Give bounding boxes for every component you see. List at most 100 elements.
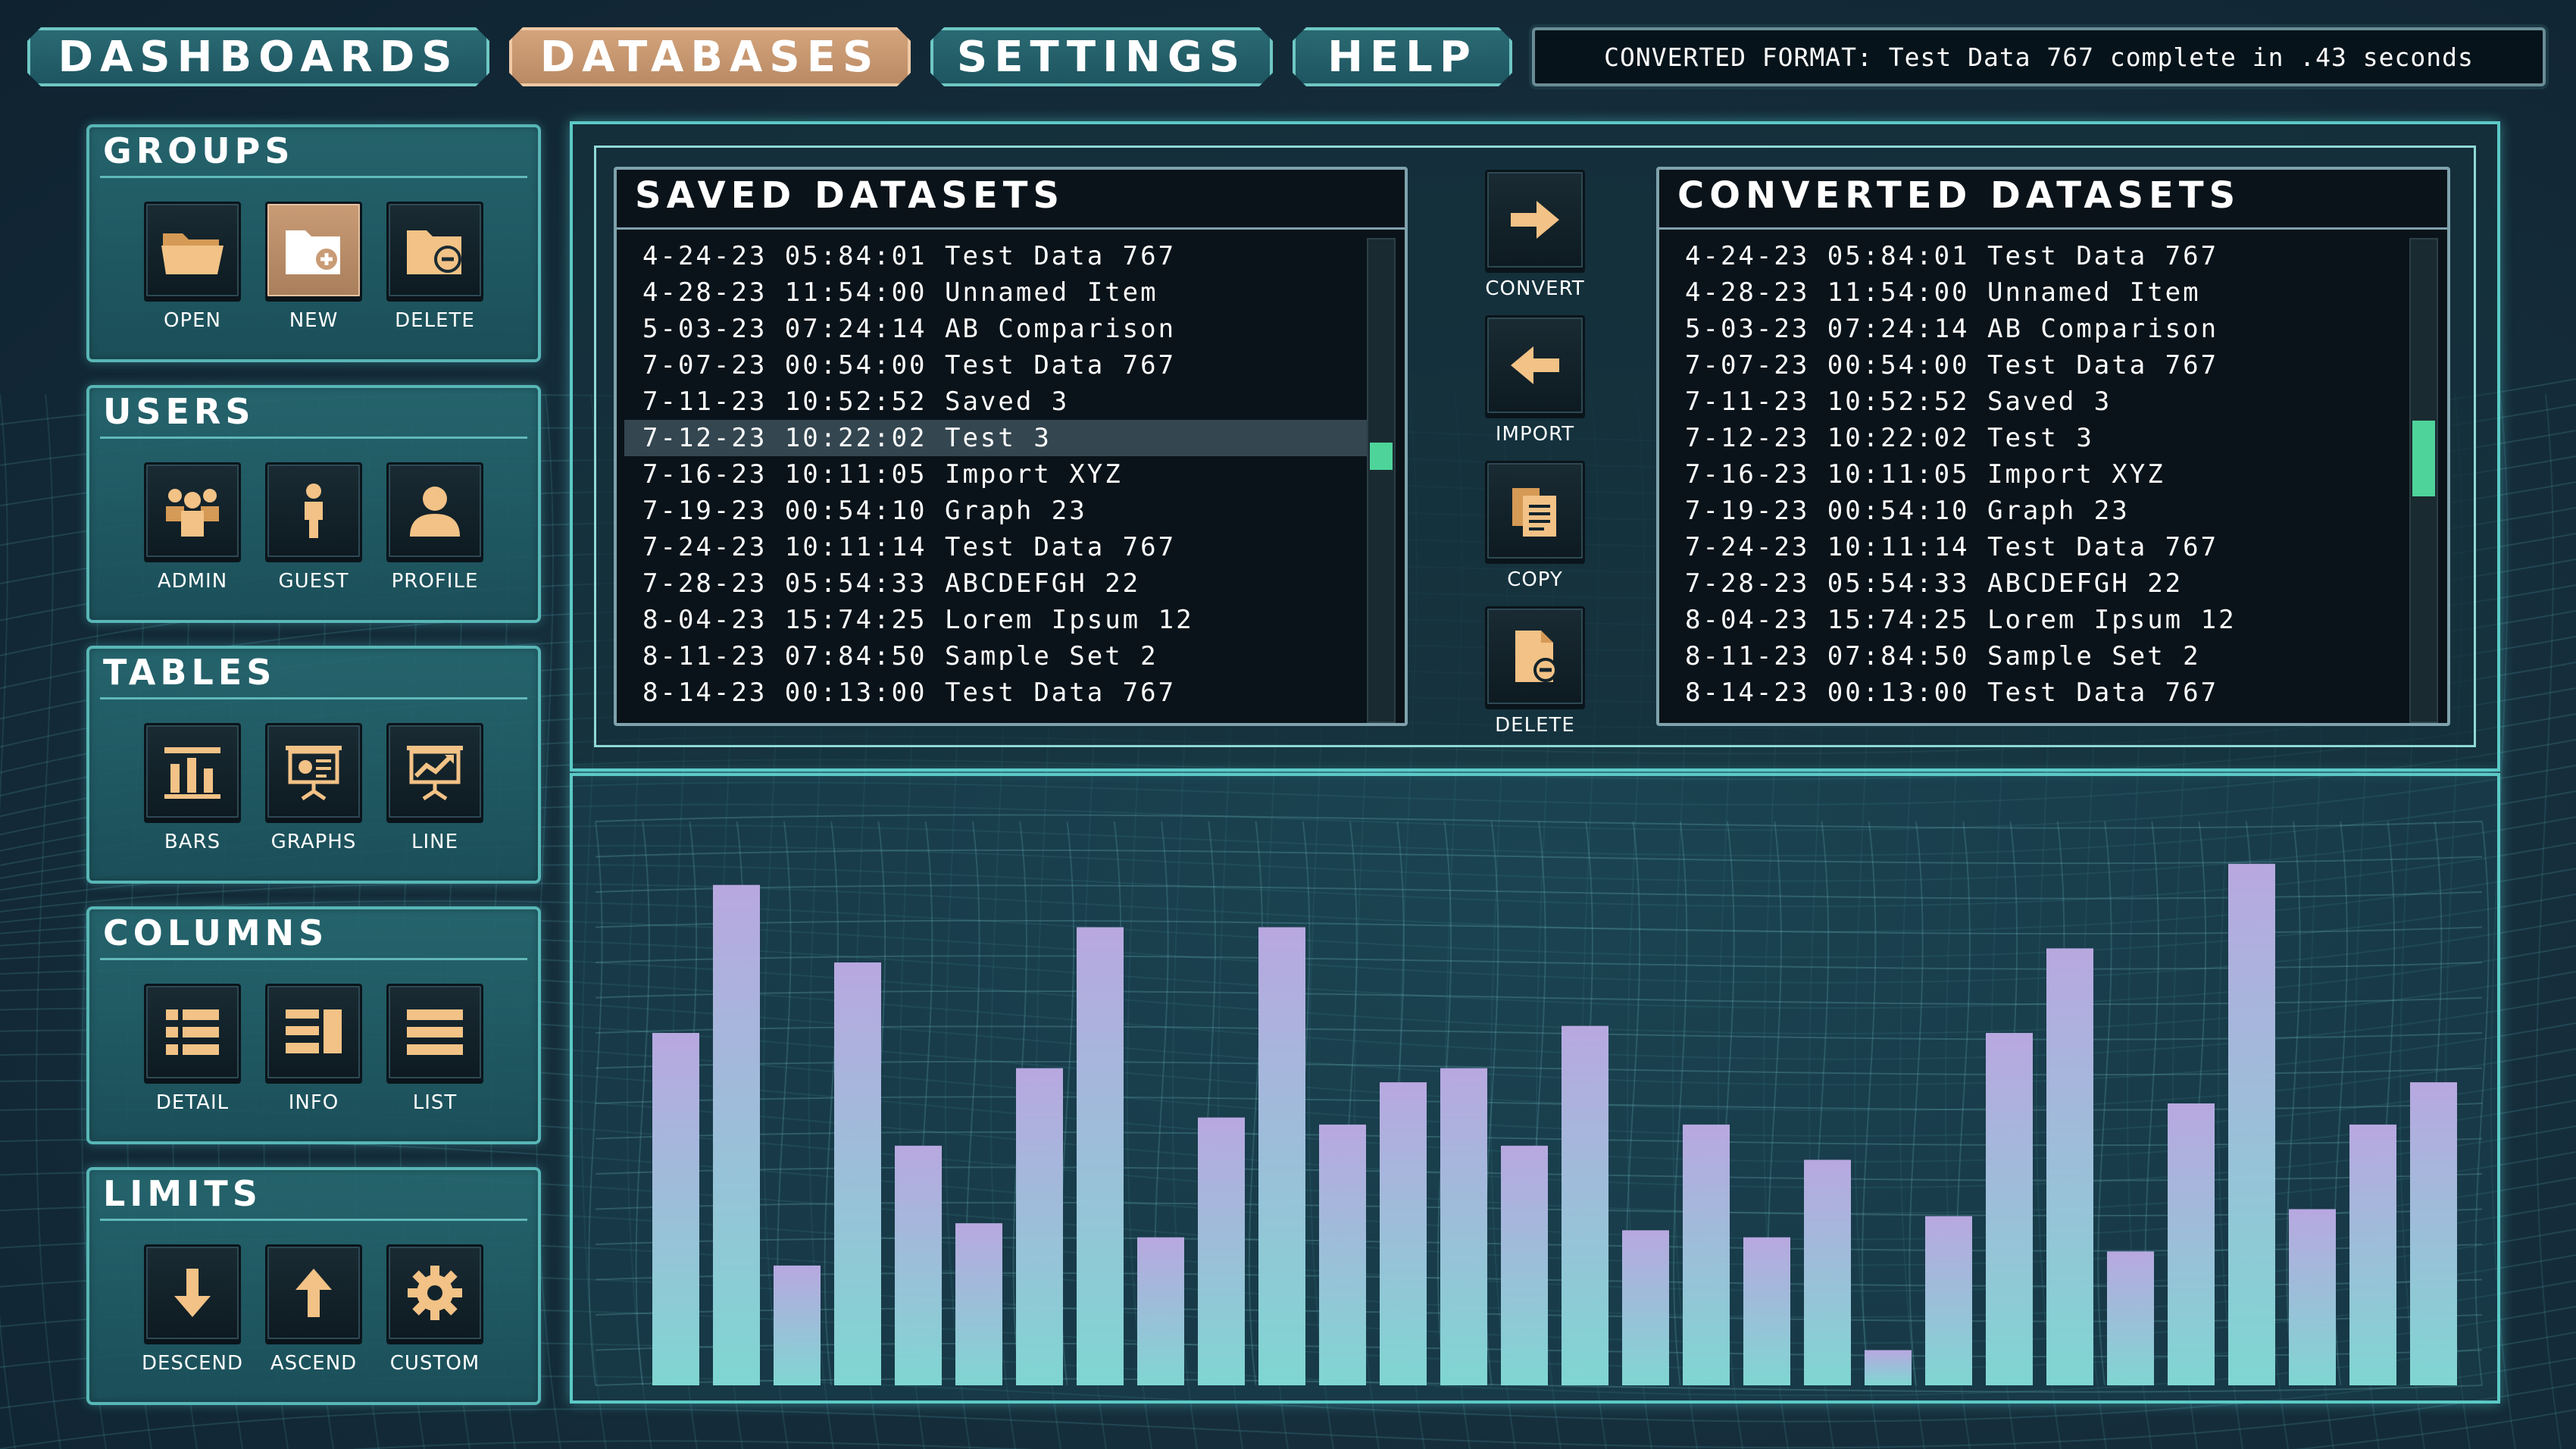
saved-scroll-thumb[interactable] (1370, 443, 1393, 470)
dataset-row[interactable]: 7-16-23 10:11:05 Import XYZ (1667, 456, 2409, 493)
columns-title: COLUMNS (103, 912, 329, 953)
chart-bar (713, 884, 760, 1385)
tab-help[interactable]: HELP (1293, 27, 1512, 86)
profile-icon (386, 462, 483, 559)
chart-bar (1319, 1124, 1366, 1385)
delete-group-button[interactable]: DELETE (382, 202, 488, 332)
saved-scrollbar[interactable] (1367, 238, 1396, 723)
convert-button[interactable]: CONVERT (1483, 170, 1587, 300)
copy-button[interactable]: COPY (1483, 461, 1587, 591)
graphs-button[interactable]: GRAPHS (261, 723, 367, 853)
converted-datasets-title: CONVERTED DATASETS (1677, 174, 2241, 217)
ascend-button[interactable]: ASCEND (261, 1244, 367, 1375)
chart-panel (570, 773, 2500, 1404)
custom-label: CUSTOM (389, 1352, 480, 1375)
dataset-row[interactable]: 7-12-23 10:22:02 Test 3 (624, 420, 1367, 456)
copy-documents-icon (1485, 461, 1585, 561)
dataset-row[interactable]: 4-24-23 05:84:01 Test Data 767 (624, 238, 1367, 274)
detail-button[interactable]: DETAIL (139, 984, 245, 1114)
columns-panel: COLUMNS DETAIL INFO LIST (86, 906, 541, 1144)
info-button[interactable]: INFO (261, 984, 367, 1114)
chart-bar (2168, 1103, 2215, 1385)
divider (100, 1219, 527, 1221)
line-button[interactable]: LINE (382, 723, 488, 853)
gridline (595, 849, 2483, 865)
chart-bar (1562, 1025, 1608, 1385)
dataset-row[interactable]: 8-04-23 15:74:25 Lorem Ipsum 12 (624, 602, 1367, 638)
tab-dashboards[interactable]: DASHBOARDS (27, 27, 489, 86)
admin-button[interactable]: ADMIN (139, 462, 245, 593)
tab-databases[interactable]: DATABASES (509, 27, 911, 86)
dataset-row[interactable]: 7-12-23 10:22:02 Test 3 (1667, 420, 2409, 456)
dataset-row[interactable]: 7-28-23 05:54:33 ABCDEFGH 22 (1667, 565, 2409, 602)
profile-label: PROFILE (391, 570, 479, 593)
folder-delete-icon (386, 202, 483, 299)
dataset-row[interactable]: 7-19-23 00:54:10 Graph 23 (1667, 493, 2409, 529)
divider (100, 697, 527, 699)
chart-bar (895, 1145, 942, 1385)
dataset-row[interactable]: 8-11-23 07:84:50 Sample Set 2 (1667, 638, 2409, 674)
descend-button[interactable]: DESCEND (139, 1244, 245, 1375)
import-button[interactable]: IMPORT (1483, 315, 1587, 446)
list-label: LIST (412, 1091, 458, 1114)
dataset-row[interactable]: 7-11-23 10:52:52 Saved 3 (1667, 383, 2409, 420)
folder-open-icon (144, 202, 241, 299)
saved-datasets-list: 4-24-23 05:84:01 Test Data 767 4-28-23 11… (624, 238, 1367, 711)
converted-scroll-thumb[interactable] (2412, 421, 2435, 496)
custom-button[interactable]: CUSTOM (382, 1244, 488, 1375)
saved-datasets-panel: SAVED DATASETS 4-24-23 05:84:01 Test Dat… (614, 167, 1408, 726)
chart-bar (1258, 927, 1305, 1385)
presentation-graph-icon (265, 723, 362, 820)
converted-scrollbar[interactable] (2409, 238, 2438, 723)
dataset-row[interactable]: 4-28-23 11:54:00 Unnamed Item (624, 274, 1367, 311)
dataset-row[interactable]: 7-07-23 00:54:00 Test Data 767 (1667, 347, 2409, 383)
dataset-row[interactable]: 8-14-23 00:13:00 Test Data 767 (624, 674, 1367, 711)
new-group-button[interactable]: NEW (261, 202, 367, 332)
dataset-row[interactable]: 7-24-23 10:11:14 Test Data 767 (624, 529, 1367, 565)
chart-bar (1683, 1124, 1730, 1385)
arrow-down-icon (144, 1244, 241, 1341)
dataset-row[interactable]: 7-16-23 10:11:05 Import XYZ (624, 456, 1367, 493)
import-label: IMPORT (1495, 423, 1575, 446)
graphs-label: GRAPHS (270, 831, 357, 853)
open-group-button[interactable]: OPEN (139, 202, 245, 332)
tab-settings[interactable]: SETTINGS (930, 27, 1273, 86)
saved-datasets-title: SAVED DATASETS (635, 174, 1065, 217)
dataset-row[interactable]: 5-03-23 07:24:14 AB Comparison (624, 311, 1367, 347)
dataset-row[interactable]: 7-11-23 10:52:52 Saved 3 (624, 383, 1367, 420)
dataset-row[interactable]: 7-24-23 10:11:14 Test Data 767 (1667, 529, 2409, 565)
bars-button[interactable]: BARS (139, 723, 245, 853)
chart-bar (834, 962, 881, 1385)
chart-bar (955, 1223, 1002, 1385)
dataset-row[interactable]: 8-11-23 07:84:50 Sample Set 2 (624, 638, 1367, 674)
chart-bar (1077, 927, 1124, 1385)
gear-icon (386, 1244, 483, 1341)
list-icon (386, 984, 483, 1081)
chart-bar (1501, 1145, 1548, 1385)
chart-bar (1380, 1082, 1427, 1385)
delete-dataset-button[interactable]: DELETE (1483, 606, 1587, 737)
list-button[interactable]: LIST (382, 984, 488, 1114)
chart-bar (2046, 948, 2093, 1385)
dataset-row[interactable]: 7-19-23 00:54:10 Graph 23 (624, 493, 1367, 529)
chart-bar (1986, 1033, 2033, 1385)
dataset-row[interactable]: 8-14-23 00:13:00 Test Data 767 (1667, 674, 2409, 711)
dataset-row[interactable]: 5-03-23 07:24:14 AB Comparison (1667, 311, 2409, 347)
guest-button[interactable]: GUEST (261, 462, 367, 593)
dataset-row[interactable]: 7-28-23 05:54:33 ABCDEFGH 22 (624, 565, 1367, 602)
descend-label: DESCEND (141, 1352, 243, 1375)
tables-title: TABLES (103, 652, 277, 693)
dataset-row[interactable]: 4-24-23 05:84:01 Test Data 767 (1667, 238, 2409, 274)
chart-bar (652, 1033, 699, 1385)
arrow-right-icon (1485, 170, 1585, 270)
chart-bar (2228, 863, 2275, 1385)
detail-label: DETAIL (155, 1091, 230, 1114)
profile-button[interactable]: PROFILE (382, 462, 488, 593)
chart-bar (1440, 1068, 1487, 1385)
chart-bar (2289, 1209, 2336, 1385)
dataset-row[interactable]: 7-07-23 00:54:00 Test Data 767 (624, 347, 1367, 383)
groups-title: GROUPS (103, 130, 295, 171)
dataset-row[interactable]: 8-04-23 15:74:25 Lorem Ipsum 12 (1667, 602, 2409, 638)
dataset-row[interactable]: 4-28-23 11:54:00 Unnamed Item (1667, 274, 2409, 311)
delete-label: DELETE (395, 309, 475, 332)
